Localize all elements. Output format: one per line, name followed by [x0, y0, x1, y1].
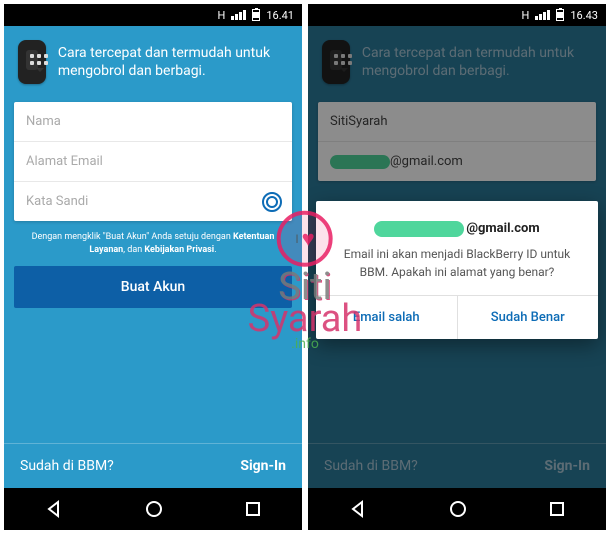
confirm-email-dialog: @gmail.com Email ini akan menjadi BlackB…	[316, 201, 598, 339]
status-bar: H 16.43	[308, 4, 606, 26]
password-field[interactable]: Kata Sandi	[14, 182, 292, 221]
back-icon[interactable]	[44, 499, 64, 519]
app-screen: Cara tercepat dan termudah untuk mengobr…	[308, 26, 606, 488]
network-label: H	[218, 9, 226, 22]
show-password-icon[interactable]	[262, 192, 282, 212]
name-field[interactable]: Nama	[14, 102, 292, 142]
android-navbar	[308, 488, 606, 530]
recent-icon[interactable]	[244, 500, 262, 518]
battery-icon	[556, 9, 564, 21]
footer-question: Sudah di BBM?	[20, 458, 114, 474]
bbm-logo-icon	[18, 40, 46, 84]
network-label: H	[522, 9, 530, 22]
sign-in-link[interactable]: Sign-In	[240, 458, 286, 474]
android-navbar	[4, 488, 302, 530]
dialog-message: Email ini akan menjadi BlackBerry ID unt…	[330, 245, 584, 281]
dialog-body: @gmail.com Email ini akan menjadi BlackB…	[316, 201, 598, 295]
status-bar: H 16.41	[4, 4, 302, 26]
app-screen: Cara tercepat dan termudah untuk mengobr…	[4, 26, 302, 488]
email-correct-button[interactable]: Sudah Benar	[458, 296, 599, 339]
clock: 16.41	[266, 9, 294, 22]
dialog-actions: Email salah Sudah Benar	[316, 295, 598, 339]
back-icon[interactable]	[348, 499, 368, 519]
home-icon[interactable]	[449, 500, 467, 518]
terms-text: Dengan mengklik "Buat Akun" Anda setuju …	[4, 221, 302, 266]
email-field[interactable]: Alamat Email	[14, 142, 292, 182]
phone-right: H 16.43 Cara tercepat dan termudah untuk…	[308, 4, 606, 530]
redacted-email-icon	[374, 221, 464, 237]
email-wrong-button[interactable]: Email salah	[316, 296, 458, 339]
phone-left: H 16.41 Cara tercepat dan termudah untuk…	[4, 4, 302, 530]
header: Cara tercepat dan termudah untuk mengobr…	[4, 26, 302, 102]
terms-link-privacy[interactable]: Kebijakan Privasi	[144, 245, 214, 255]
dialog-email: @gmail.com	[330, 219, 584, 239]
password-placeholder: Kata Sandi	[26, 194, 88, 209]
battery-icon	[252, 9, 260, 21]
header-tagline: Cara tercepat dan termudah untuk mengobr…	[58, 44, 288, 80]
clock: 16.43	[570, 9, 598, 22]
signal-icon	[535, 10, 550, 20]
home-icon[interactable]	[145, 500, 163, 518]
footer: Sudah di BBM? Sign-In	[4, 443, 302, 488]
signal-icon	[231, 10, 246, 20]
create-account-button[interactable]: Buat Akun	[14, 266, 292, 308]
signup-form: Nama Alamat Email Kata Sandi	[14, 102, 292, 221]
recent-icon[interactable]	[548, 500, 566, 518]
